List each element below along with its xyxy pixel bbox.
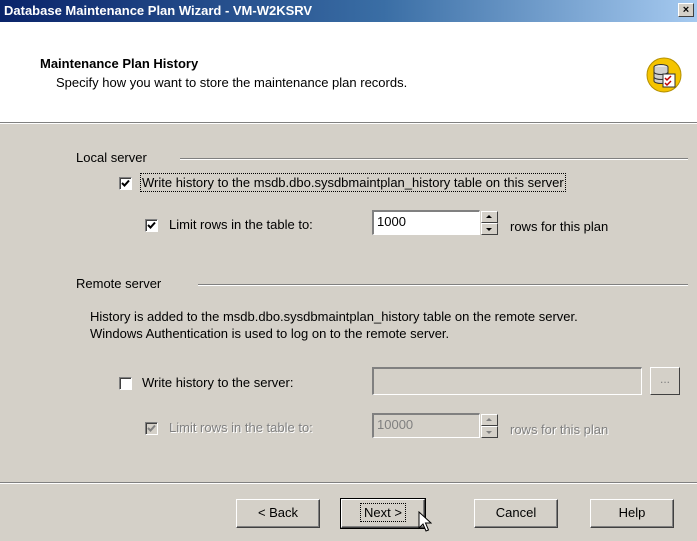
write-history-remote-checkbox[interactable] bbox=[119, 377, 132, 390]
mouse-cursor-icon bbox=[418, 511, 432, 532]
footer-divider bbox=[0, 482, 697, 484]
remote-description-line1: History is added to the msdb.dbo.sysdbma… bbox=[90, 309, 578, 324]
help-button[interactable]: Help bbox=[590, 499, 674, 528]
remote-server-input[interactable] bbox=[372, 367, 642, 395]
remote-description-line2: Windows Authentication is used to log on… bbox=[90, 326, 450, 341]
local-server-divider bbox=[180, 158, 688, 160]
limit-rows-local-spinner[interactable] bbox=[481, 211, 498, 235]
close-icon: × bbox=[682, 4, 690, 16]
limit-rows-local-input[interactable]: 1000 bbox=[372, 210, 480, 235]
wizard-header: Maintenance Plan History Specify how you… bbox=[0, 22, 697, 123]
limit-rows-local-checkbox[interactable] bbox=[145, 219, 158, 232]
check-icon bbox=[121, 179, 130, 187]
title-bar: Database Maintenance Plan Wizard - VM-W2… bbox=[0, 0, 697, 22]
arrow-down-icon bbox=[486, 228, 492, 231]
back-button[interactable]: < Back bbox=[236, 499, 320, 528]
limit-rows-remote-checkbox[interactable] bbox=[145, 422, 158, 435]
local-server-group-label: Local server bbox=[76, 150, 147, 165]
page-title: Maintenance Plan History bbox=[40, 56, 199, 71]
write-history-local-label[interactable]: Write history to the msdb.dbo.sysdbmaint… bbox=[140, 173, 566, 192]
check-icon bbox=[147, 424, 156, 432]
check-icon bbox=[147, 221, 156, 229]
cancel-button[interactable]: Cancel bbox=[474, 499, 558, 528]
remote-server-divider bbox=[198, 284, 688, 286]
database-checklist-icon bbox=[646, 57, 682, 93]
page-subtitle: Specify how you want to store the mainte… bbox=[56, 75, 408, 90]
remote-server-group-label: Remote server bbox=[76, 276, 162, 291]
arrow-down-icon bbox=[486, 431, 492, 434]
window-title: Database Maintenance Plan Wizard - VM-W2… bbox=[4, 3, 313, 18]
limit-rows-remote-spinner[interactable] bbox=[481, 414, 498, 438]
arrow-up-icon bbox=[486, 215, 492, 218]
spin-down-button[interactable] bbox=[481, 223, 498, 235]
limit-rows-local-suffix: rows for this plan bbox=[510, 219, 609, 234]
header-divider bbox=[0, 123, 697, 124]
spin-up-button[interactable] bbox=[481, 211, 498, 223]
browse-server-button[interactable]: ... bbox=[650, 367, 680, 395]
next-button-label: Next > bbox=[360, 503, 406, 522]
next-button[interactable]: Next > bbox=[340, 498, 426, 529]
arrow-up-icon bbox=[486, 418, 492, 421]
limit-rows-local-label[interactable]: Limit rows in the table to: bbox=[169, 217, 313, 232]
write-history-local-checkbox[interactable] bbox=[119, 177, 132, 190]
limit-rows-remote-input[interactable]: 10000 bbox=[372, 413, 480, 438]
spin-up-button[interactable] bbox=[481, 414, 498, 426]
limit-rows-remote-label[interactable]: Limit rows in the table to: bbox=[169, 420, 313, 435]
spin-down-button[interactable] bbox=[481, 426, 498, 438]
close-button[interactable]: × bbox=[678, 3, 694, 17]
limit-rows-remote-suffix: rows for this plan bbox=[510, 422, 609, 437]
write-history-remote-label[interactable]: Write history to the server: bbox=[142, 375, 293, 390]
